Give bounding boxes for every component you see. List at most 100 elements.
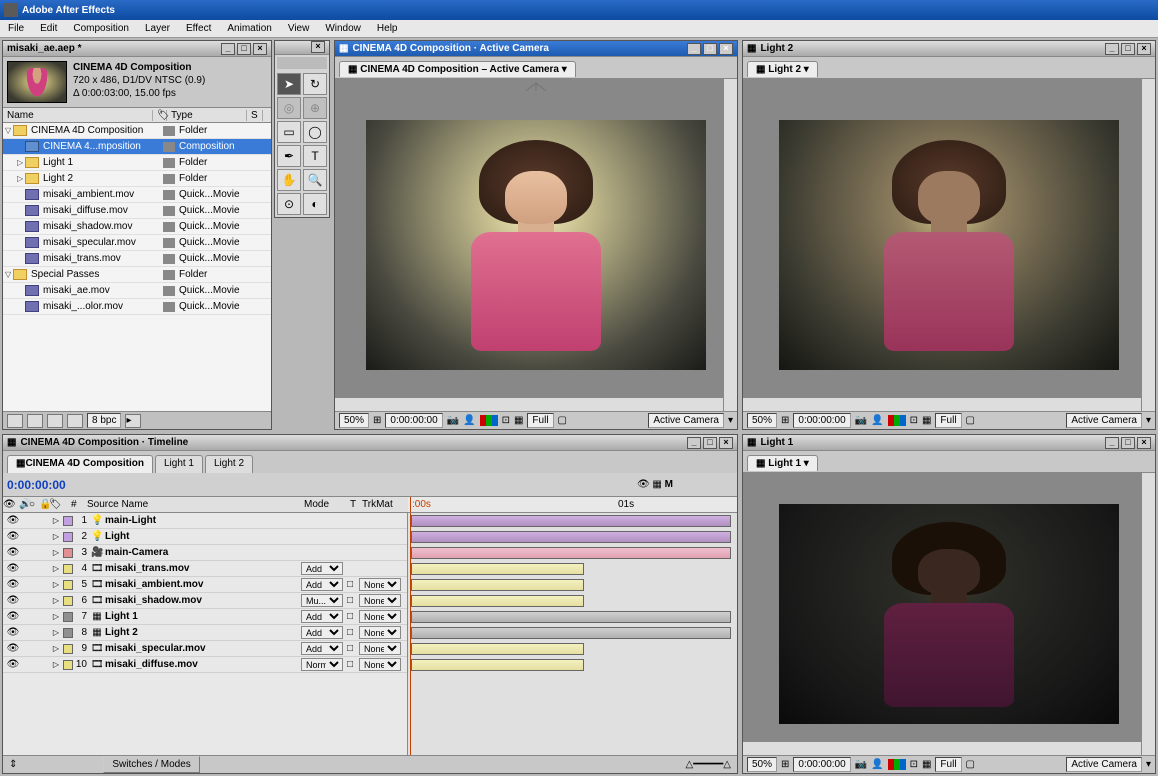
label-swatch[interactable] bbox=[163, 206, 175, 216]
timeline-layer-row[interactable]: 👁▷7▦Light 1Add□None bbox=[3, 609, 407, 625]
close-button[interactable]: × bbox=[719, 437, 733, 449]
layer-bar[interactable] bbox=[411, 531, 731, 543]
col-t[interactable]: T bbox=[350, 499, 362, 510]
mode-select[interactable]: Mu...ly bbox=[301, 594, 343, 607]
menu-composition[interactable]: Composition bbox=[65, 23, 137, 34]
type-tool[interactable]: T bbox=[303, 145, 327, 167]
layer-color[interactable] bbox=[63, 660, 73, 670]
project-item[interactable]: ▽CINEMA 4D CompositionFolder bbox=[3, 123, 271, 139]
visibility-toggle[interactable]: 👁 bbox=[5, 611, 21, 622]
time-field[interactable]: 0:00:00:00 bbox=[385, 413, 442, 428]
transparency-button[interactable]: ▦ bbox=[922, 759, 931, 770]
expand-toggle[interactable]: ▷ bbox=[51, 596, 61, 605]
playhead[interactable] bbox=[410, 497, 411, 512]
roi-button[interactable]: ▢ bbox=[966, 759, 975, 770]
layer-bar[interactable] bbox=[411, 547, 731, 559]
roi-button[interactable]: ▢ bbox=[558, 415, 567, 426]
timeline-layer-row[interactable]: 👁▷5🎞misaki_ambient.movAdd□None bbox=[3, 577, 407, 593]
col-extra[interactable]: S bbox=[247, 110, 263, 121]
safe-zone-button[interactable]: ⊞ bbox=[781, 415, 789, 426]
expand-toggle[interactable]: ▷ bbox=[51, 548, 61, 557]
minimize-button[interactable]: _ bbox=[221, 43, 235, 55]
rotate-tool[interactable]: ↻ bbox=[303, 73, 327, 95]
timeline-tab-1[interactable]: Light 1 bbox=[155, 455, 203, 473]
layer-color[interactable] bbox=[63, 564, 73, 574]
layer-color[interactable] bbox=[63, 532, 73, 542]
visibility-toggle[interactable]: 👁 bbox=[5, 515, 21, 526]
col-label[interactable]: 🏷 bbox=[153, 110, 167, 121]
col-lock[interactable]: 🔒 bbox=[39, 499, 49, 510]
layer-color[interactable] bbox=[63, 516, 73, 526]
snapshot-button[interactable]: 📷 bbox=[855, 759, 867, 770]
layer-color[interactable] bbox=[63, 628, 73, 638]
bpc-button[interactable]: 8 bpc bbox=[87, 413, 121, 428]
minimize-button[interactable]: _ bbox=[1105, 437, 1119, 449]
snapshot-button[interactable]: 📷 bbox=[855, 415, 867, 426]
resolution-field[interactable]: Full bbox=[935, 413, 961, 428]
layer-color[interactable] bbox=[63, 644, 73, 654]
view-options-button[interactable]: ▾ bbox=[1146, 415, 1151, 426]
mask-rect-tool[interactable]: ▭ bbox=[277, 121, 301, 143]
viewer-main-titlebar[interactable]: ▦CINEMA 4D Composition · Active Camera _… bbox=[335, 41, 737, 57]
axis-tool[interactable]: ⊕ bbox=[303, 97, 327, 119]
layer-bar[interactable] bbox=[411, 595, 584, 607]
channels-button[interactable]: 👤 bbox=[871, 415, 883, 426]
time-field[interactable]: 0:00:00:00 bbox=[793, 413, 850, 428]
mode-select[interactable]: Add bbox=[301, 578, 343, 591]
project-item[interactable]: misaki_specular.movQuick...Movie bbox=[3, 235, 271, 251]
snapshot-button[interactable]: 📷 bbox=[447, 415, 459, 426]
viewer-light1-content[interactable] bbox=[743, 473, 1155, 755]
extra-tool[interactable]: ◐ bbox=[303, 193, 327, 215]
trkmat-select[interactable]: None bbox=[359, 578, 401, 591]
timeline-titlebar[interactable]: ▦CINEMA 4D Composition · Timeline _□× bbox=[3, 435, 737, 451]
visibility-toggle[interactable]: 👁 bbox=[5, 627, 21, 638]
maximize-button[interactable]: □ bbox=[703, 43, 717, 55]
zoom-slider[interactable]: △━━━━━△ bbox=[680, 759, 737, 770]
camera-field[interactable]: Active Camera bbox=[1066, 413, 1142, 428]
col-mode[interactable]: Mode bbox=[304, 499, 350, 510]
project-titlebar[interactable]: misaki_ae.aep * _ □ × bbox=[3, 41, 271, 57]
menu-file[interactable]: File bbox=[0, 23, 32, 34]
region-button[interactable]: ⊡ bbox=[502, 415, 510, 426]
layer-color[interactable] bbox=[63, 548, 73, 558]
layer-bar[interactable] bbox=[411, 579, 584, 591]
trkmat-select[interactable]: None bbox=[359, 626, 401, 639]
trkmat-select[interactable]: None bbox=[359, 642, 401, 655]
maximize-button[interactable]: □ bbox=[237, 43, 251, 55]
zoom-field[interactable]: 50% bbox=[339, 413, 369, 428]
mode-select[interactable]: Add bbox=[301, 642, 343, 655]
label-swatch[interactable] bbox=[163, 286, 175, 296]
menu-window[interactable]: Window bbox=[317, 23, 369, 34]
close-button[interactable]: × bbox=[1137, 43, 1151, 55]
close-button[interactable]: × bbox=[253, 43, 267, 55]
label-swatch[interactable] bbox=[163, 222, 175, 232]
switches-modes-button[interactable]: Switches / Modes bbox=[103, 756, 199, 773]
project-item[interactable]: ▷Light 2Folder bbox=[3, 171, 271, 187]
trkmat-select[interactable]: None bbox=[359, 610, 401, 623]
region-button[interactable]: ⊡ bbox=[910, 759, 918, 770]
project-item[interactable]: CINEMA 4...mpositionComposition bbox=[3, 139, 271, 155]
timeline-layer-row[interactable]: 👁▷2💡Light bbox=[3, 529, 407, 545]
frame-blend-button[interactable]: ▦ bbox=[652, 479, 661, 490]
trkmat-select[interactable]: None bbox=[359, 594, 401, 607]
timeline-tab-2[interactable]: Light 2 bbox=[205, 455, 253, 473]
viewer-light2-titlebar[interactable]: ▦Light 2 _□× bbox=[743, 41, 1155, 57]
roi-button[interactable]: ▢ bbox=[966, 415, 975, 426]
label-swatch[interactable] bbox=[163, 158, 175, 168]
rgb-icon[interactable] bbox=[480, 415, 498, 426]
trkmat-select[interactable]: None bbox=[359, 658, 401, 671]
maximize-button[interactable]: □ bbox=[1121, 437, 1135, 449]
camera-field[interactable]: Active Camera bbox=[648, 413, 724, 428]
minimize-button[interactable]: _ bbox=[687, 43, 701, 55]
minimize-button[interactable]: _ bbox=[1105, 43, 1119, 55]
view-options-button[interactable]: ▾ bbox=[1146, 759, 1151, 770]
rgb-icon[interactable] bbox=[888, 759, 906, 770]
timeline-bars[interactable] bbox=[408, 513, 737, 755]
viewer-light2-content[interactable] bbox=[743, 79, 1155, 411]
project-item[interactable]: misaki_...olor.movQuick...Movie bbox=[3, 299, 271, 315]
hand-tool[interactable]: ✋ bbox=[277, 169, 301, 191]
timeline-layer-row[interactable]: 👁▷10🎞misaki_diffuse.movNormal□None bbox=[3, 657, 407, 673]
viewer-light1-tab[interactable]: ▦ Light 1 ▾ bbox=[747, 455, 818, 471]
view-options-button[interactable]: ▾ bbox=[728, 415, 733, 426]
expand-toggle[interactable]: ▷ bbox=[51, 644, 61, 653]
